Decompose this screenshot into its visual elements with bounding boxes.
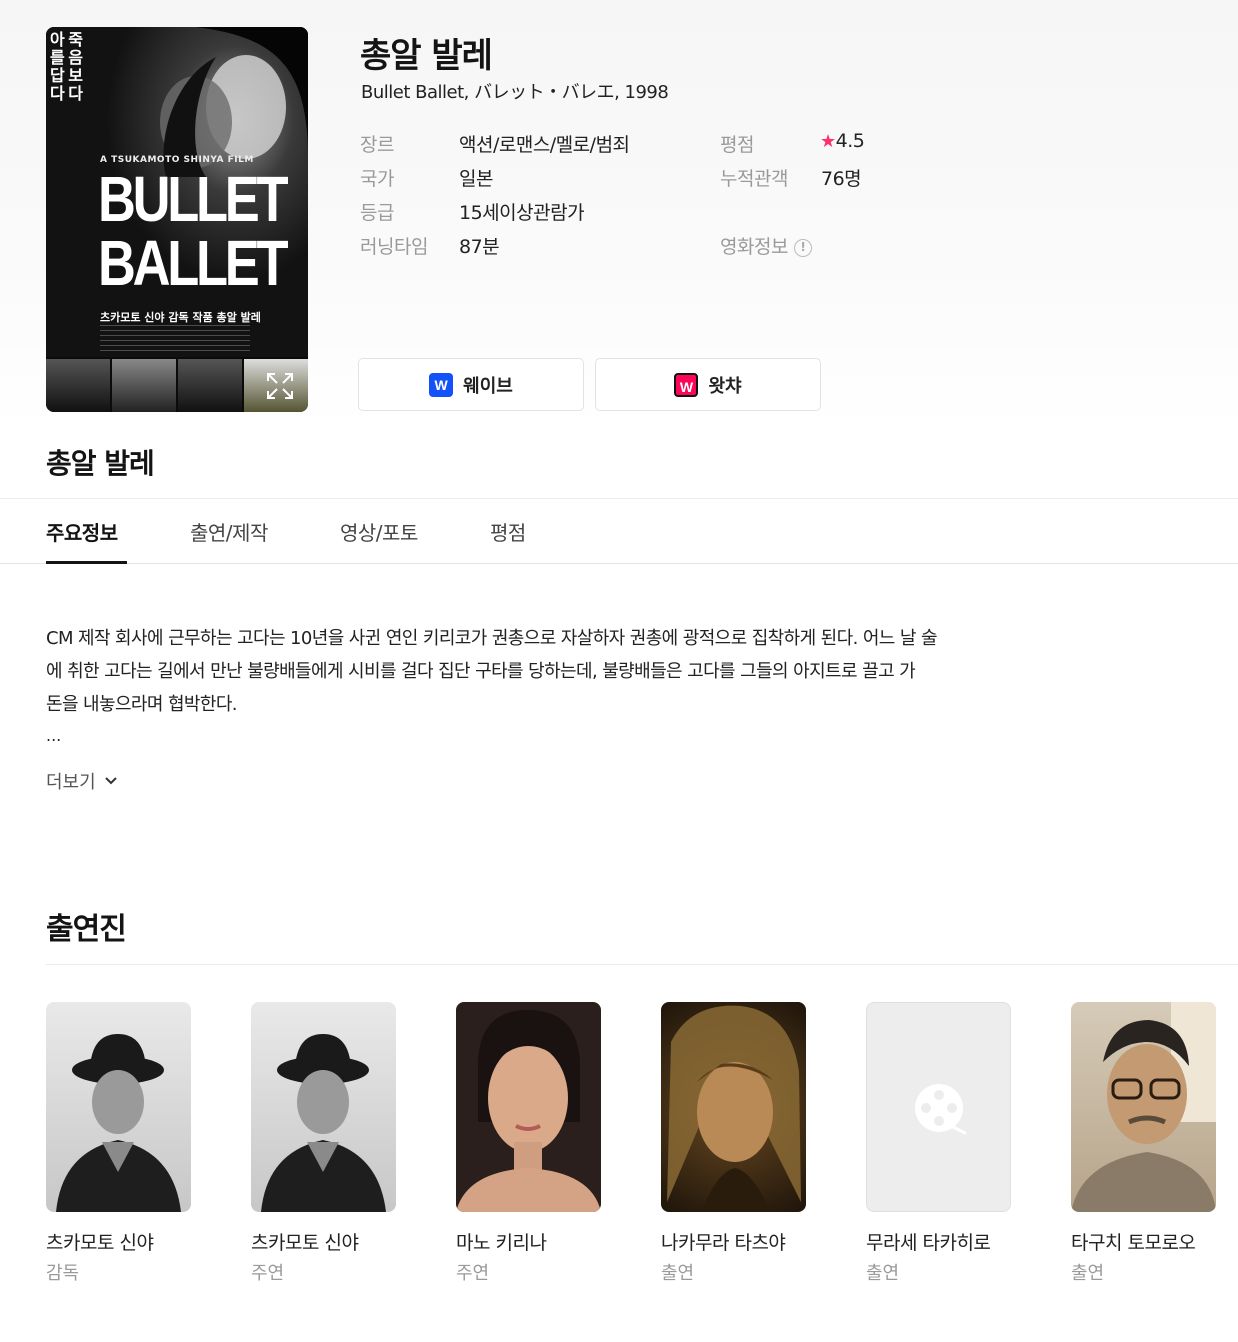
cast-section-title: 출연진 bbox=[46, 912, 127, 947]
expand-icon[interactable] bbox=[266, 372, 294, 400]
poster-tagline: 아 죽 를 음 답 보 다 다 bbox=[50, 30, 83, 103]
active-tab-indicator bbox=[46, 561, 127, 564]
tab-bar: 주요정보 출연/제작 영상/포토 평점 bbox=[0, 498, 1238, 564]
synopsis: CM 제작 회사에 근무하는 고다는 10년을 사귄 연인 키리코가 권총으로 … bbox=[46, 622, 1046, 721]
wavve-logo-icon: W bbox=[429, 372, 454, 397]
watcha-logo-icon: W bbox=[674, 372, 699, 397]
cast-card[interactable]: 나카무라 타츠야 출연 bbox=[661, 1002, 807, 1285]
ott-wavve-button[interactable]: W 웨이브 bbox=[358, 358, 584, 411]
cast-card[interactable]: 츠카모토 신야 감독 bbox=[46, 1002, 192, 1285]
cast-name: 무라세 타카히로 bbox=[866, 1232, 991, 1254]
synopsis-line: 돈을 내놓으라며 협박한다. bbox=[46, 694, 238, 715]
cast-name: 마노 키리나 bbox=[456, 1232, 547, 1254]
cast-name: 츠카모토 신야 bbox=[46, 1232, 154, 1254]
star-icon: ★ bbox=[820, 131, 836, 152]
more-button[interactable]: 더보기 bbox=[46, 768, 118, 794]
still-frame bbox=[178, 359, 242, 412]
country-label: 국가 bbox=[360, 168, 394, 190]
tab-reviews[interactable]: 평점 bbox=[490, 517, 526, 546]
movie-info-link[interactable]: 영화정보! bbox=[720, 232, 812, 259]
cast-photo bbox=[456, 1002, 601, 1212]
genre-label: 장르 bbox=[360, 134, 394, 156]
ott-label: 웨이브 bbox=[463, 375, 513, 397]
score: ★4.5 bbox=[820, 130, 865, 152]
cast-role: 주연 bbox=[251, 1263, 285, 1284]
cast-role: 출연 bbox=[661, 1263, 695, 1284]
score-value: 4.5 bbox=[835, 130, 865, 152]
runtime-label: 러닝타임 bbox=[360, 236, 428, 258]
cast-card[interactable]: 타구치 토모로오 출연 bbox=[1071, 1002, 1217, 1285]
chevron-down-icon bbox=[104, 777, 117, 785]
ott-label: 왓챠 bbox=[708, 375, 742, 397]
poster-credits-block bbox=[100, 325, 250, 355]
tab-main-info[interactable]: 주요정보 bbox=[46, 517, 118, 546]
synopsis-ellipsis: ... bbox=[46, 726, 62, 745]
ott-watcha-button[interactable]: W 왓챠 bbox=[595, 358, 821, 411]
movie-subtitle: Bullet Ballet, バレット・バレエ, 1998 bbox=[361, 82, 669, 103]
movie-poster[interactable]: 아 죽 를 음 답 보 다 다 A TSUKAMOTO SHINYA FILM … bbox=[46, 27, 308, 412]
audience-value: 76명 bbox=[821, 168, 862, 190]
tab-video-photo[interactable]: 영상/포토 bbox=[340, 517, 418, 546]
rating-label: 등급 bbox=[360, 202, 394, 224]
cast-name: 나카무라 타츠야 bbox=[661, 1232, 786, 1254]
cast-photo bbox=[661, 1002, 806, 1212]
section-divider bbox=[46, 964, 1238, 965]
synopsis-line: CM 제작 회사에 근무하는 고다는 10년을 사귄 연인 키리코가 권총으로 … bbox=[46, 628, 938, 649]
cast-role: 감독 bbox=[46, 1263, 80, 1284]
more-label: 더보기 bbox=[46, 772, 96, 793]
cast-card[interactable]: 무라세 타카히로 출연 bbox=[866, 1002, 1012, 1285]
score-label: 평점 bbox=[720, 134, 754, 156]
info-icon[interactable]: ! bbox=[793, 238, 812, 257]
cast-role: 출연 bbox=[866, 1263, 900, 1284]
still-frame bbox=[46, 359, 110, 412]
runtime-value: 87분 bbox=[459, 236, 500, 258]
film-reel-icon bbox=[915, 1084, 967, 1135]
cast-photo-placeholder bbox=[866, 1002, 1011, 1212]
poster-big-title: BULLET BALLET bbox=[98, 163, 289, 299]
cast-card[interactable]: 마노 키리나 주연 bbox=[456, 1002, 602, 1285]
cast-photo bbox=[251, 1002, 396, 1212]
cast-photo bbox=[1071, 1002, 1216, 1212]
movie-info-label: 영화정보 bbox=[720, 236, 788, 258]
cast-card[interactable]: 츠카모토 신야 주연 bbox=[251, 1002, 397, 1285]
cast-name: 타구치 토모로오 bbox=[1071, 1232, 1196, 1254]
section-title: 총알 발레 bbox=[46, 447, 155, 480]
country-value: 일본 bbox=[459, 168, 493, 190]
synopsis-line: 에 취한 고다는 길에서 만난 불량배들에게 시비를 걸다 집단 구타를 당하는… bbox=[46, 661, 916, 682]
cast-role: 주연 bbox=[456, 1263, 490, 1284]
genre-value: 액션/로맨스/멜로/범죄 bbox=[459, 134, 630, 156]
cast-name: 츠카모토 신야 bbox=[251, 1232, 359, 1254]
cast-photo bbox=[46, 1002, 191, 1212]
cast-role: 출연 bbox=[1071, 1263, 1105, 1284]
rating-value: 15세이상관람가 bbox=[459, 202, 585, 224]
movie-title: 총알 발레 bbox=[360, 36, 493, 76]
still-frame bbox=[112, 359, 176, 412]
poster-sub-title: 츠카모토 신야 감독 작품 총알 발레 bbox=[100, 311, 261, 324]
audience-label: 누적관객 bbox=[720, 168, 788, 190]
tab-cast-crew[interactable]: 출연/제작 bbox=[190, 517, 268, 546]
